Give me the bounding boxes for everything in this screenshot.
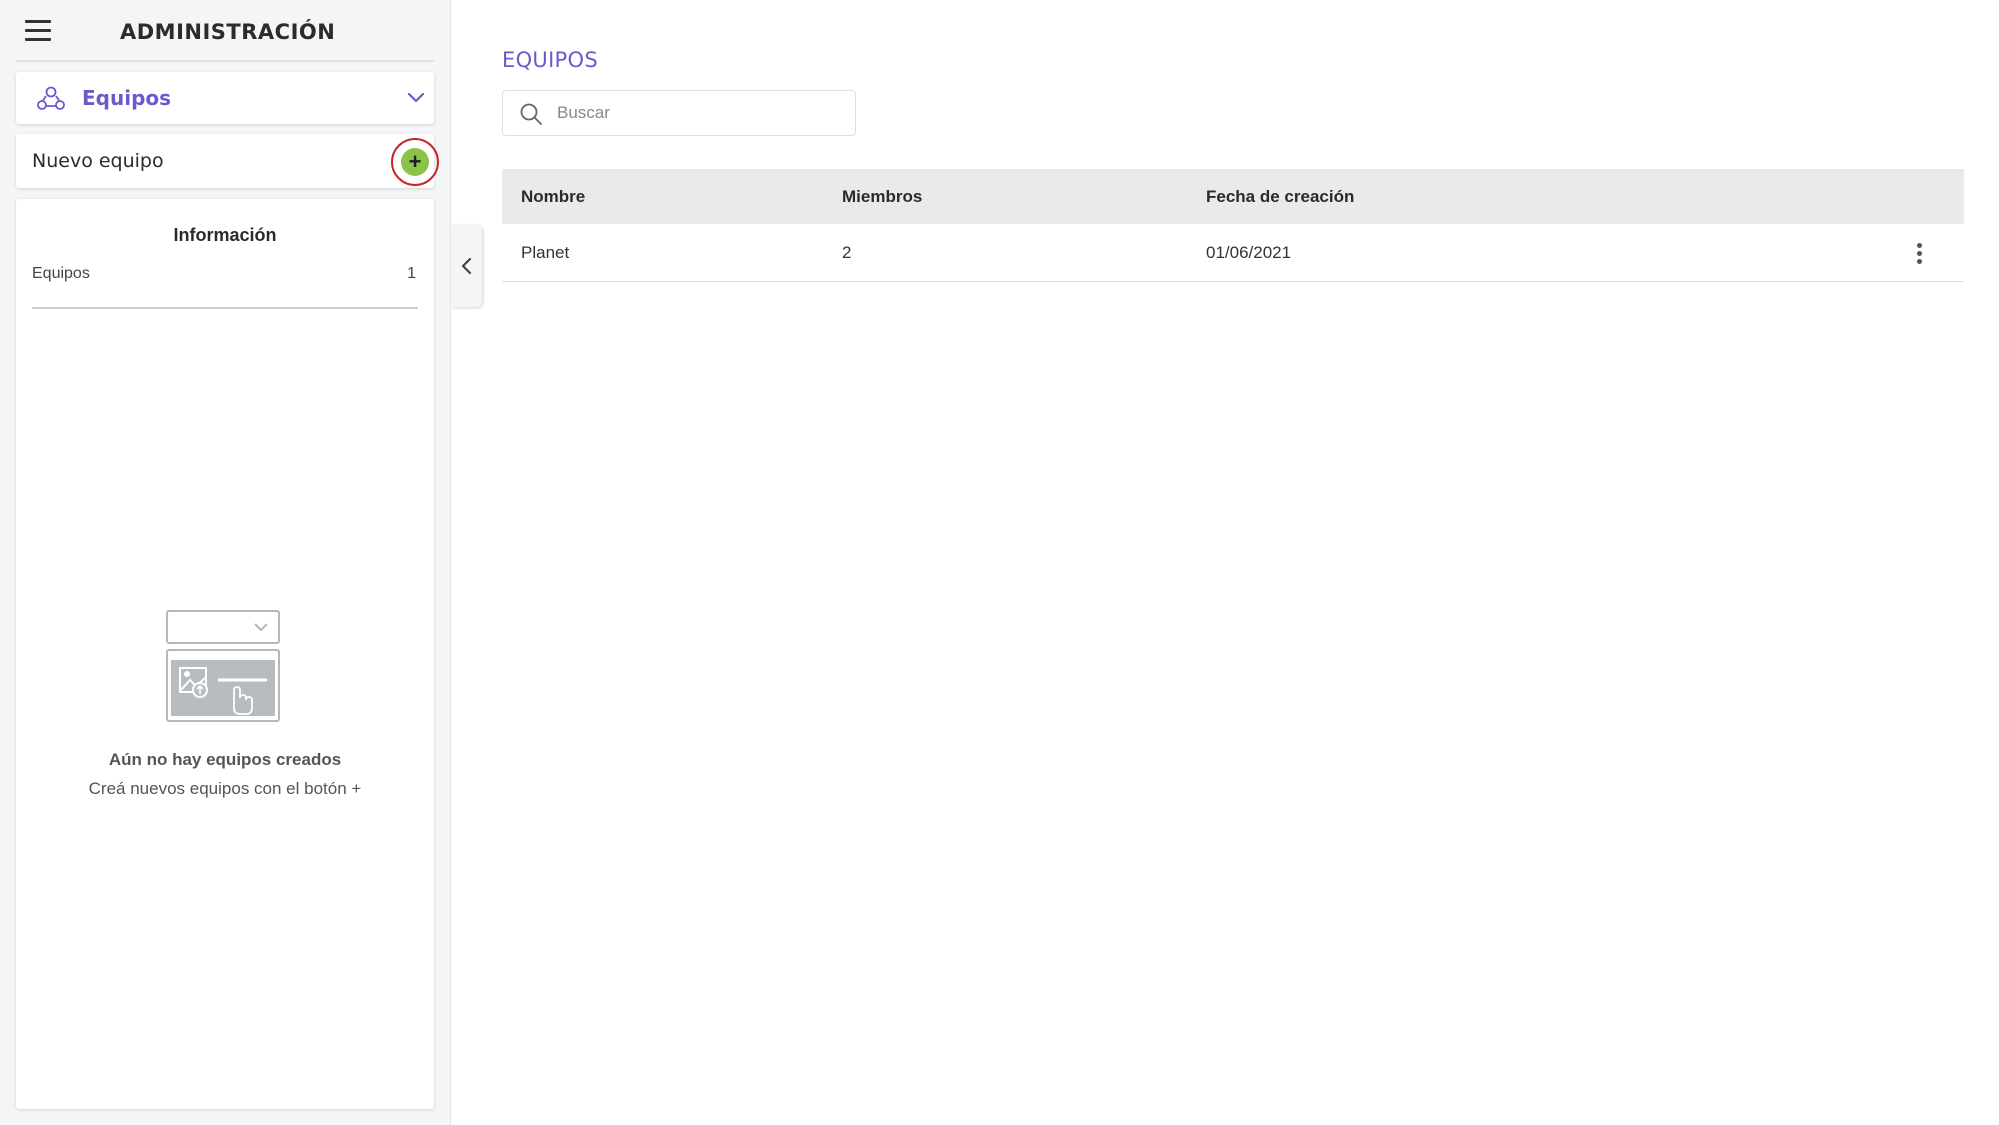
more-options-icon[interactable] (1913, 241, 1925, 265)
collapse-sidebar-button[interactable] (452, 225, 482, 307)
divider (16, 60, 434, 62)
info-title: Información (173, 225, 277, 245)
column-header-created[interactable]: Fecha de creación (1206, 187, 1354, 207)
section-dropdown[interactable]: Equipos (16, 72, 434, 124)
hamburger-menu-icon[interactable] (25, 20, 51, 42)
empty-state-subtitle: Creá nuevos equipos con el botón + (88, 779, 362, 798)
add-team-button[interactable]: + (401, 148, 429, 176)
table-row[interactable]: Planet 2 01/06/2021 (502, 224, 1964, 282)
search-input[interactable] (557, 99, 837, 127)
sidebar: ADMINISTRACIÓN Equipos Nuevo equipo + In… (0, 0, 451, 1125)
empty-state-illustration-icon (166, 610, 280, 722)
info-panel: Información Equipos 1 Aún no hay equipos… (16, 199, 434, 1109)
table-header: Nombre Miembros Fecha de creación (502, 169, 1964, 224)
column-header-name[interactable]: Nombre (521, 187, 585, 207)
new-team-row: Nuevo equipo + (16, 134, 439, 188)
cell-members: 2 (842, 243, 852, 262)
chevron-down-icon[interactable] (406, 88, 426, 108)
teams-table: Nombre Miembros Fecha de creación Planet… (502, 169, 1964, 282)
section-label: Equipos (82, 86, 172, 110)
chevron-left-icon (461, 257, 472, 275)
empty-state-title: Aún no hay equipos creados (108, 750, 342, 769)
cell-created: 01/06/2021 (1206, 243, 1292, 262)
search-icon (520, 103, 542, 125)
search-box (502, 90, 856, 136)
new-team-label: Nuevo equipo (32, 150, 164, 172)
page-title: EQUIPOS (502, 48, 598, 72)
app-root: ADMINISTRACIÓN Equipos Nuevo equipo + In… (0, 0, 1999, 1125)
info-row-value: 1 (407, 265, 416, 282)
cell-name: Planet (521, 243, 570, 262)
sidebar-header: ADMINISTRACIÓN (0, 0, 451, 64)
info-row-label: Equipos (32, 265, 90, 282)
divider (32, 307, 418, 309)
column-header-members[interactable]: Miembros (842, 187, 922, 207)
team-icon (37, 86, 65, 110)
sidebar-title: ADMINISTRACIÓN (120, 20, 336, 44)
